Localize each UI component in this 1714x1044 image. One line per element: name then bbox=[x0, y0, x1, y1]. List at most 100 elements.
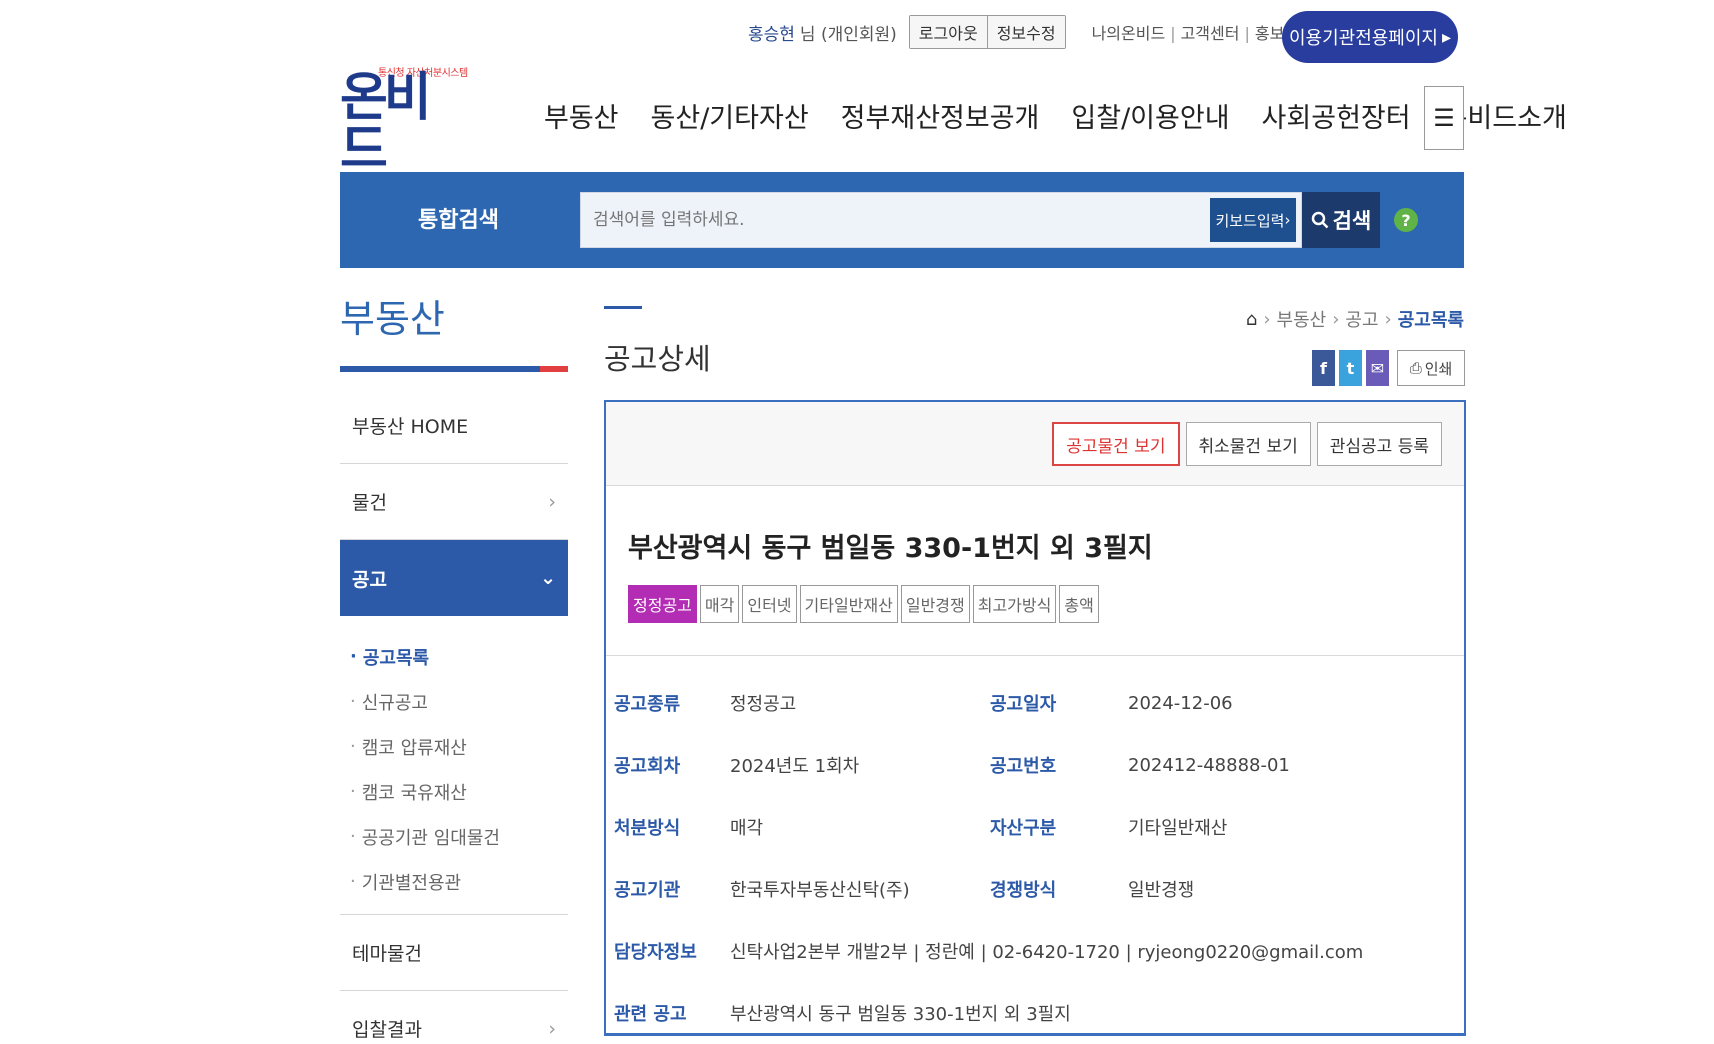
info-label: 공고종류 bbox=[614, 694, 681, 715]
info-row-contact: 담당자정보 신탁사업2본부 개발2부 | 정란예 | 02-6420-1720 … bbox=[614, 920, 1464, 982]
search-input[interactable] bbox=[580, 192, 1302, 248]
detail-info: 공고종류 정정공고 공고일자 2024-12-06 공고회차 2024년도 1회… bbox=[606, 656, 1464, 1044]
breadcrumb-current: 공고목록 bbox=[1397, 310, 1464, 331]
account-buttons: 로그아웃 정보수정 bbox=[908, 15, 1066, 49]
mail-icon[interactable]: ✉ bbox=[1366, 350, 1389, 386]
side-item-notices[interactable]: 공고 ⌄ bbox=[340, 540, 568, 616]
info-row: 공고종류 정정공고 공고일자 2024-12-06 bbox=[614, 672, 1464, 734]
chevron-right-icon: › bbox=[548, 1017, 556, 1040]
share-tools: f t ✉ ⎙ 인쇄 bbox=[1312, 350, 1465, 386]
side-item-items[interactable]: 물건 › bbox=[340, 464, 568, 540]
nav-social-market[interactable]: 사회공헌장터 bbox=[1262, 96, 1411, 135]
info-label: 관련 공고 bbox=[614, 1004, 687, 1025]
view-notice-items-button[interactable]: 공고물건 보기 bbox=[1052, 422, 1180, 466]
side-sub-notice-list[interactable]: 공고목록 bbox=[350, 634, 568, 679]
info-value: 정정공고 bbox=[730, 694, 797, 715]
info-value: 기타일반재산 bbox=[1128, 818, 1228, 839]
nav-gov-property[interactable]: 정부재산정보공개 bbox=[841, 96, 1040, 135]
breadcrumb-real-estate[interactable]: 부동산 bbox=[1277, 306, 1327, 332]
breadcrumb-separator: › bbox=[1263, 308, 1271, 330]
side-item-label: 테마물건 bbox=[352, 943, 422, 965]
info-label: 자산구분 bbox=[990, 818, 1057, 839]
link-my-onbid[interactable]: 나의온비드 bbox=[1092, 20, 1166, 44]
tag-correction: 정정공고 bbox=[628, 585, 697, 623]
print-button[interactable]: ⎙ 인쇄 bbox=[1397, 350, 1465, 386]
info-label: 공고일자 bbox=[990, 694, 1057, 715]
lnb-title-bar bbox=[340, 366, 568, 372]
chevron-right-icon: ▸ bbox=[1442, 26, 1452, 48]
breadcrumb-separator: › bbox=[1332, 308, 1340, 330]
info-label: 담당자정보 bbox=[614, 942, 697, 963]
side-sub-kamco-state[interactable]: 캠코 국유재산 bbox=[350, 769, 568, 814]
info-value: 일반경쟁 bbox=[1128, 880, 1195, 901]
chevron-right-icon: › bbox=[1284, 211, 1291, 229]
info-label: 공고번호 bbox=[990, 756, 1057, 777]
notice-detail-box: 공고물건 보기 취소물건 보기 관심공고 등록 부산광역시 동구 범일동 330… bbox=[604, 400, 1466, 1036]
page-title: 공고상세 bbox=[604, 342, 711, 376]
side-sub-new-notice[interactable]: 신규공고 bbox=[350, 679, 568, 724]
info-value: 한국투자부동산신탁(주) bbox=[730, 880, 910, 901]
print-label: 인쇄 bbox=[1424, 359, 1453, 378]
side-nav: 부동산 HOME 물건 › 공고 ⌄ 공고목록 신규공고 캠코 압류재산 캠코 … bbox=[340, 388, 568, 1044]
tag-internet: 인터넷 bbox=[742, 585, 797, 623]
institution-page-button[interactable]: 이용기관전용페이지 ▸ bbox=[1282, 11, 1458, 63]
info-label: 경쟁방식 bbox=[990, 880, 1057, 901]
contact-value: 신탁사업2본부 개발2부 | 정란예 | 02-6420-1720 | ryje… bbox=[730, 942, 1364, 963]
twitter-icon[interactable]: t bbox=[1339, 350, 1362, 386]
logout-button[interactable]: 로그아웃 bbox=[909, 16, 987, 48]
breadcrumb: ⌂ › 부동산 › 공고 › 공고목록 bbox=[1246, 306, 1464, 332]
detail-toolbar: 공고물건 보기 취소물건 보기 관심공고 등록 bbox=[606, 402, 1464, 486]
side-submenu: 공고목록 신규공고 캠코 압류재산 캠코 국유재산 공공기관 임대물건 기관별전… bbox=[340, 616, 568, 915]
main-nav: 부동산 동산/기타자산 정부재산정보공개 입찰/이용안내 사회공헌장터 온비드소… bbox=[544, 96, 1567, 135]
side-item-label: 부동산 HOME bbox=[352, 416, 469, 438]
breadcrumb-notice[interactable]: 공고 bbox=[1345, 306, 1378, 332]
detail-header: 부산광역시 동구 범일동 330-1번지 외 3필지 정정공고 매각 인터넷 기… bbox=[606, 486, 1464, 656]
detail-buttons: 공고물건 보기 취소물건 보기 관심공고 등록 bbox=[1052, 422, 1442, 466]
related-notice-link[interactable]: 부산광역시 동구 범일동 330-1번지 외 3필지 bbox=[730, 1000, 1071, 1026]
logo-text: 온비드 bbox=[340, 68, 432, 180]
search-button-label: 검색 bbox=[1332, 209, 1372, 233]
info-value: 매각 bbox=[730, 818, 764, 839]
logo[interactable]: 통신청 자산처분시스템 온비드 bbox=[340, 58, 468, 176]
notice-tags: 정정공고 매각 인터넷 기타일반재산 일반경쟁 최고가방식 총액 bbox=[628, 585, 1464, 623]
printer-icon: ⎙ bbox=[1409, 359, 1422, 377]
help-icon[interactable]: ? bbox=[1394, 208, 1418, 232]
tag-asset-type: 기타일반재산 bbox=[799, 585, 898, 623]
info-row: 공고회차 2024년도 1회차 공고번호 202412-48888-01 bbox=[614, 734, 1464, 796]
info-label: 공고기관 bbox=[614, 880, 681, 901]
breadcrumb-separator: › bbox=[1384, 308, 1392, 330]
tag-highest-price: 최고가방식 bbox=[972, 585, 1057, 623]
search-title: 통합검색 bbox=[418, 208, 499, 233]
tag-competition: 일반경쟁 bbox=[900, 585, 970, 623]
menu-button[interactable]: ☰ bbox=[1424, 86, 1464, 150]
edit-info-button[interactable]: 정보수정 bbox=[986, 16, 1065, 48]
info-label: 공고회차 bbox=[614, 756, 681, 777]
side-item-bid-result[interactable]: 입찰결과 › bbox=[340, 991, 568, 1044]
view-cancelled-items-button[interactable]: 취소물건 보기 bbox=[1185, 422, 1311, 466]
facebook-icon[interactable]: f bbox=[1312, 350, 1335, 386]
side-sub-kamco-seized[interactable]: 캠코 압류재산 bbox=[350, 724, 568, 769]
info-row: 공고기관 한국투자부동산신탁(주) 경쟁방식 일반경쟁 bbox=[614, 858, 1464, 920]
nav-movables[interactable]: 동산/기타자산 bbox=[651, 96, 809, 135]
side-item-label: 물건 bbox=[352, 492, 387, 514]
utility-bar: 홍승현 님 (개인회원) 로그아웃 정보수정 나의온비드 고객센터 홍보마당 bbox=[748, 14, 1314, 50]
link-customer-center[interactable]: 고객센터 bbox=[1165, 20, 1240, 44]
side-item-label: 공고 bbox=[352, 568, 387, 591]
nav-real-estate[interactable]: 부동산 bbox=[544, 96, 619, 135]
user-type: 님 (개인회원) bbox=[799, 24, 897, 45]
home-icon[interactable]: ⌂ bbox=[1246, 309, 1257, 330]
search-icon bbox=[1311, 211, 1329, 229]
search-button[interactable]: 검색 bbox=[1302, 192, 1380, 248]
side-sub-public-rental[interactable]: 공공기관 임대물건 bbox=[350, 814, 568, 859]
side-item-label: 입찰결과 bbox=[352, 1019, 422, 1041]
register-interest-button[interactable]: 관심공고 등록 bbox=[1316, 422, 1442, 466]
side-item-home[interactable]: 부동산 HOME bbox=[340, 388, 568, 464]
side-sub-agency-hall[interactable]: 기관별전용관 bbox=[350, 859, 568, 904]
info-value: 2024년도 1회차 bbox=[730, 756, 860, 777]
side-item-theme[interactable]: 테마물건 bbox=[340, 915, 568, 991]
nav-bid-guide[interactable]: 입찰/이용안내 bbox=[1071, 96, 1229, 135]
keyboard-input-button[interactable]: 키보드입력 › bbox=[1210, 198, 1296, 242]
user-name: 홍승현 bbox=[748, 24, 795, 45]
chevron-down-icon: ⌄ bbox=[540, 567, 556, 589]
tag-sale: 매각 bbox=[699, 585, 740, 623]
